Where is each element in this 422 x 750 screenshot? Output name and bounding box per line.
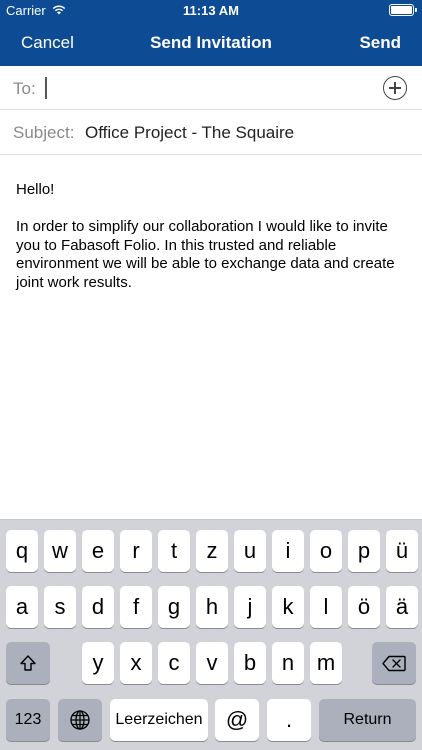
key-r[interactable]: r [120,530,152,572]
key-q[interactable]: q [6,530,38,572]
key-o-umlaut[interactable]: ö [348,586,380,628]
key-b[interactable]: b [234,642,266,684]
battery-icon [389,4,417,16]
key-p[interactable]: p [348,530,380,572]
return-key[interactable]: Return [319,699,416,741]
key-z[interactable]: z [196,530,228,572]
status-time: 11:13 AM [183,3,239,18]
message-text: In order to simplify our collaboration I… [16,218,395,291]
subject-input[interactable]: Office Project - The Squaire [85,123,294,143]
key-i[interactable]: i [272,530,304,572]
add-recipient-icon[interactable] [383,76,407,100]
status-bar: Carrier 11:13 AM [0,0,422,22]
subject-field[interactable]: Subject: Office Project - The Squaire [0,110,422,155]
cancel-button[interactable]: Cancel [21,33,74,53]
key-e[interactable]: e [82,530,114,572]
key-a[interactable]: a [6,586,38,628]
key-n[interactable]: n [272,642,304,684]
text-cursor [45,77,47,99]
delete-key[interactable] [372,642,416,684]
key-t[interactable]: t [158,530,190,572]
dot-key[interactable]: . [267,699,311,741]
globe-icon [69,709,91,731]
at-key[interactable]: @ [215,699,259,741]
key-u-umlaut[interactable]: ü [386,530,418,572]
message-body[interactable]: Hello! In order to simplify our collabor… [16,181,408,292]
shift-key[interactable] [6,642,50,684]
key-o[interactable]: o [310,530,342,572]
key-h[interactable]: h [196,586,228,628]
keyboard: q w e r t z u i o p ü a s d f g h j k l … [0,519,422,750]
backspace-icon [382,655,406,672]
subject-label: Subject: [13,123,75,142]
key-y[interactable]: y [82,642,114,684]
key-m[interactable]: m [310,642,342,684]
navigation-bar: Cancel Send Invitation Send [0,22,422,66]
key-x[interactable]: x [120,642,152,684]
key-a-umlaut[interactable]: ä [386,586,418,628]
key-d[interactable]: d [82,586,114,628]
message-greeting: Hello! [16,181,55,198]
space-key[interactable]: Leerzeichen [110,699,208,741]
key-w[interactable]: w [44,530,76,572]
top-bar: Carrier 11:13 AM Cancel Send Invitation … [0,0,422,66]
numbers-key[interactable]: 123 [6,699,50,741]
to-field[interactable]: To: [0,66,422,110]
key-u[interactable]: u [234,530,266,572]
key-k[interactable]: k [272,586,304,628]
key-s[interactable]: s [44,586,76,628]
key-l[interactable]: l [310,586,342,628]
key-g[interactable]: g [158,586,190,628]
key-f[interactable]: f [120,586,152,628]
globe-key[interactable] [58,699,102,741]
key-v[interactable]: v [196,642,228,684]
send-button[interactable]: Send [359,33,401,53]
to-label: To: [13,79,36,98]
shift-icon [19,654,37,672]
key-j[interactable]: j [234,586,266,628]
key-c[interactable]: c [158,642,190,684]
